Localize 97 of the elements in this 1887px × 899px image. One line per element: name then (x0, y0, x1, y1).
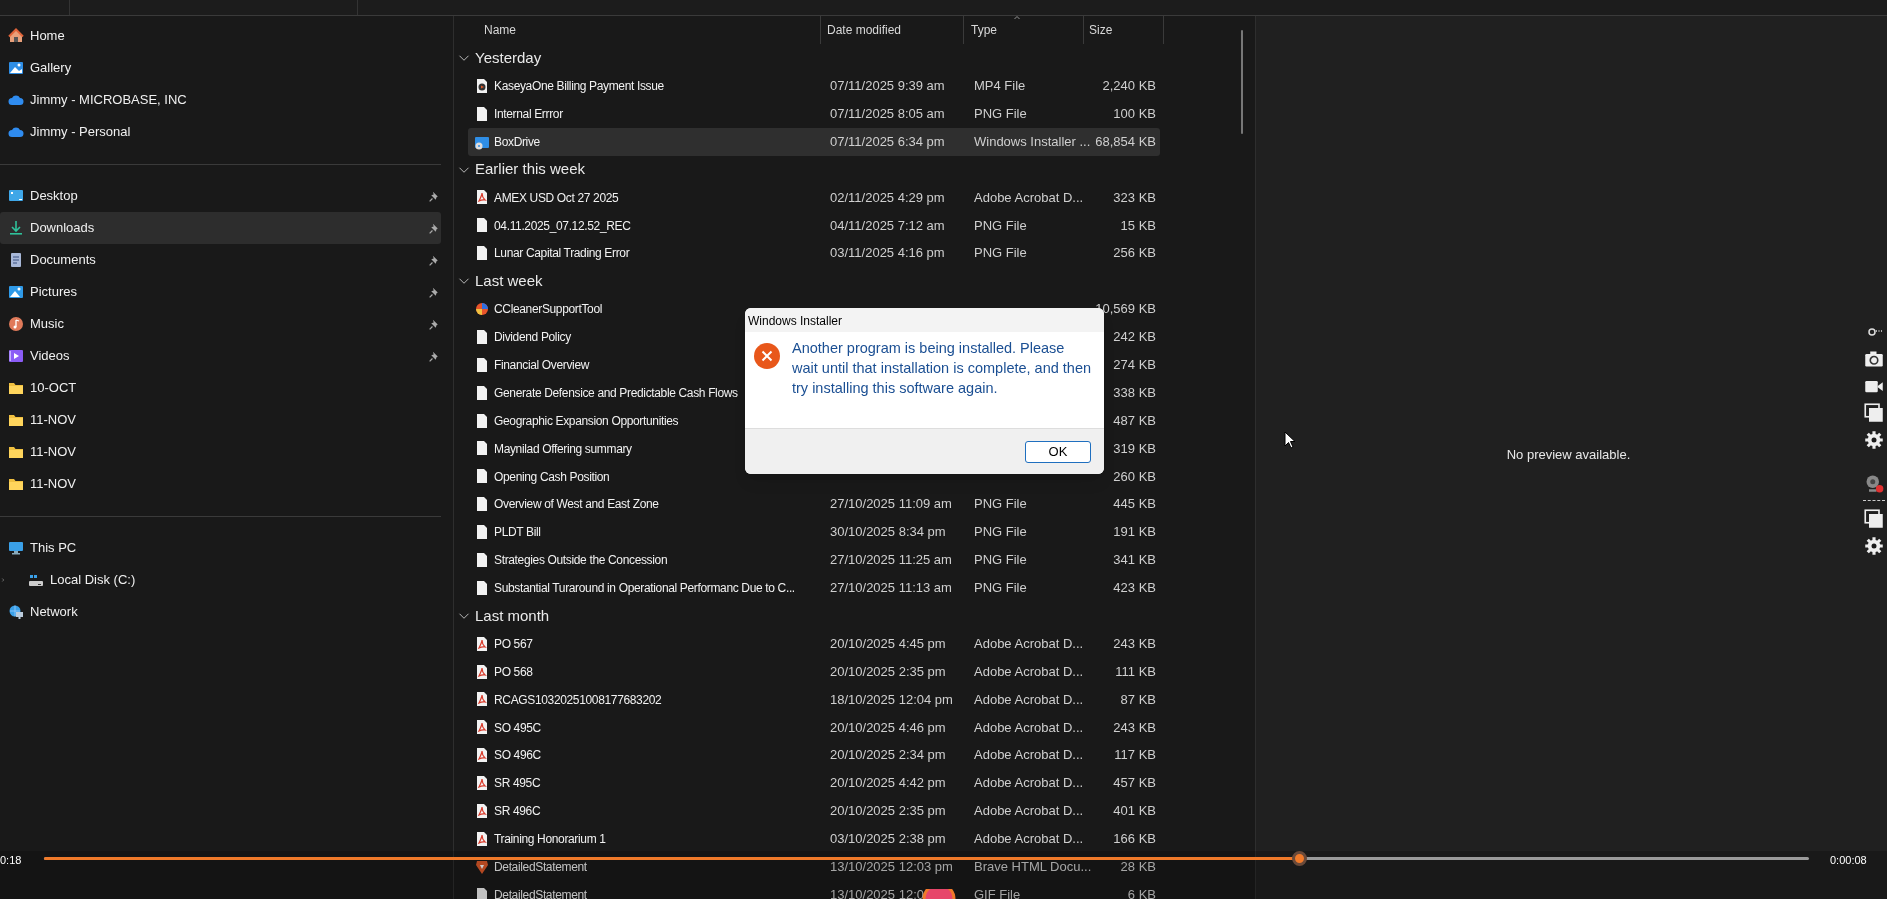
file-name: PLDT Bill (494, 525, 541, 540)
date-cell: 20/10/2025 4:42 pm (830, 775, 946, 791)
size-cell-text: 319 KB (1112, 439, 1157, 458)
size-cell-text: 487 KB (1112, 411, 1157, 430)
file-name: BoxDrive (494, 134, 540, 149)
file-name: Financial Overview (494, 358, 590, 372)
date-cell: 07/11/2025 8:05 am (830, 105, 945, 121)
type-cell: Brave HTML Docu... (974, 859, 1092, 874)
size-cell-text: 341 KB (1112, 551, 1157, 570)
size-cell-text: 2,240 KB (1101, 77, 1157, 96)
file-name: Opening Cash Position (494, 469, 610, 484)
size-cell-text: 28 KB (1119, 858, 1157, 876)
date-cell: 03/11/2025 4:16 pm (830, 245, 945, 261)
type-cell: Windows Installer ... (974, 133, 1091, 149)
type-cell: PNG File (974, 552, 1027, 568)
file-name: Strategies Outside the Concession (494, 553, 668, 568)
date-cell: 20/10/2025 2:34 pm (830, 747, 946, 763)
type-cell: Adobe Acrobat D... (974, 775, 1084, 791)
file-name: KaseyaOne Billing Payment Issue (494, 79, 664, 94)
date-cell: 20/10/2025 4:46 pm (830, 719, 946, 735)
file-name: Maynilad Offering summary (494, 441, 632, 456)
type-cell: Adobe Acrobat D... (974, 747, 1084, 763)
size-cell-text: 100 KB (1112, 104, 1157, 123)
date-cell: 20/10/2025 4:45 pm (830, 635, 946, 651)
size-cell-text: 68,854 KB (1094, 132, 1157, 151)
size-cell-text: 338 KB (1112, 383, 1157, 402)
type-cell: PNG File (974, 217, 1027, 233)
elapsed-time: 0:18 (0, 853, 22, 868)
size-cell-text: 401 KB (1112, 802, 1157, 821)
type-cell: Adobe Acrobat D... (974, 831, 1084, 847)
size-cell-text: 117 KB (1113, 746, 1157, 765)
size-cell-text: 242 KB (1112, 328, 1157, 347)
file-name: Substantial Turaround in Operational Performanc Due to C... (494, 581, 795, 596)
date-cell: 07/11/2025 9:39 am (830, 78, 945, 94)
file-name: RCAGS10320251008177683202 (494, 692, 662, 707)
date-cell: 30/10/2025 8:34 pm (830, 524, 946, 540)
type-cell: Adobe Acrobat D... (974, 691, 1084, 707)
date-cell: 07/11/2025 6:34 pm (830, 133, 945, 149)
date-cell: 20/10/2025 2:35 pm (830, 803, 946, 819)
date-cell: 03/10/2025 2:38 pm (830, 831, 946, 847)
preview-message: No preview available. (1506, 445, 1631, 464)
type-cell: MP4 File (974, 78, 1026, 94)
size-cell-text: 256 KB (1112, 244, 1157, 263)
type-cell: PNG File (974, 524, 1027, 540)
date-cell: 13/10/2025 12:0 (830, 886, 924, 899)
size-cell-text: 6 KB (1126, 885, 1157, 899)
type-cell: Adobe Acrobat D... (974, 189, 1084, 205)
size-cell-text: 243 KB (1112, 718, 1157, 737)
type-cell: PNG File (974, 105, 1027, 121)
type-cell: Adobe Acrobat D... (974, 635, 1084, 651)
date-cell: 27/10/2025 11:13 am (830, 580, 952, 596)
size-cell-text: 191 KB (1112, 523, 1157, 542)
error-message: Another program is being installed. Please wait until that installation is complete, and then try installing this software again. (792, 339, 1092, 398)
type-cell: GIF File (974, 886, 1021, 899)
file-name: DetailedStatement (494, 860, 587, 874)
type-cell: PNG File (974, 245, 1027, 261)
size-cell-text: 423 KB (1112, 579, 1157, 598)
file-name: PO 568 (494, 664, 533, 679)
date-cell: 27/10/2025 11:09 am (830, 496, 952, 512)
size-cell-text: 111 KB (1114, 662, 1157, 681)
file-name: Internal Errror (494, 106, 563, 121)
size-cell-text: 457 KB (1112, 774, 1157, 793)
size-cell-text: 445 KB (1112, 495, 1157, 514)
date-cell: 13/10/2025 12:03 pm (830, 859, 953, 874)
file-name: Dividend Policy (494, 330, 571, 345)
file-name: AMEX USD Oct 27 2025 (494, 190, 619, 205)
date-cell: 04/11/2025 7:12 am (830, 217, 945, 233)
file-name: DetailedStatement (494, 887, 587, 899)
type-cell: PNG File (974, 580, 1027, 596)
size-cell-text: 15 KB (1119, 216, 1157, 235)
file-name: 04.11.2025_07.12.52_REC (494, 218, 631, 233)
file-name: CCleanerSupportTool (494, 302, 603, 317)
type-cell: PNG File (974, 496, 1027, 512)
date-cell: 27/10/2025 11:25 am (830, 552, 952, 568)
file-name: Geographic Expansion Opportunities (494, 413, 679, 428)
size-cell-text: 166 KB (1112, 830, 1157, 849)
type-cell: Adobe Acrobat D... (974, 663, 1084, 679)
file-name: Overview of West and East Zone (494, 497, 659, 512)
type-cell: Adobe Acrobat D... (974, 803, 1084, 819)
date-cell: 02/11/2025 4:29 pm (830, 189, 945, 205)
file-name: Generate Defensice and Predictable Cash Flows (494, 385, 738, 400)
type-cell: Adobe Acrobat D... (974, 719, 1084, 735)
file-name: SO 496C (494, 748, 541, 763)
file-name: SO 495C (494, 720, 541, 735)
size-cell-text: 243 KB (1112, 634, 1157, 653)
date-cell: 20/10/2025 2:35 pm (830, 663, 946, 679)
date-cell: 18/10/2025 12:04 pm (830, 691, 953, 707)
file-name: SR 496C (494, 804, 541, 819)
file-name: Lunar Capital Trading Error (494, 246, 630, 261)
file-name: Training Honorarium 1 (494, 832, 606, 847)
remaining-time: 0:00:08 (1830, 853, 1867, 868)
file-name: PO 567 (494, 636, 533, 651)
size-cell-text: 274 KB (1112, 356, 1157, 374)
size-cell-text: 323 KB (1112, 188, 1157, 207)
size-cell-text: 87 KB (1119, 690, 1157, 709)
file-name: SR 495C (494, 776, 541, 791)
size-cell-text: 260 KB (1112, 467, 1157, 486)
